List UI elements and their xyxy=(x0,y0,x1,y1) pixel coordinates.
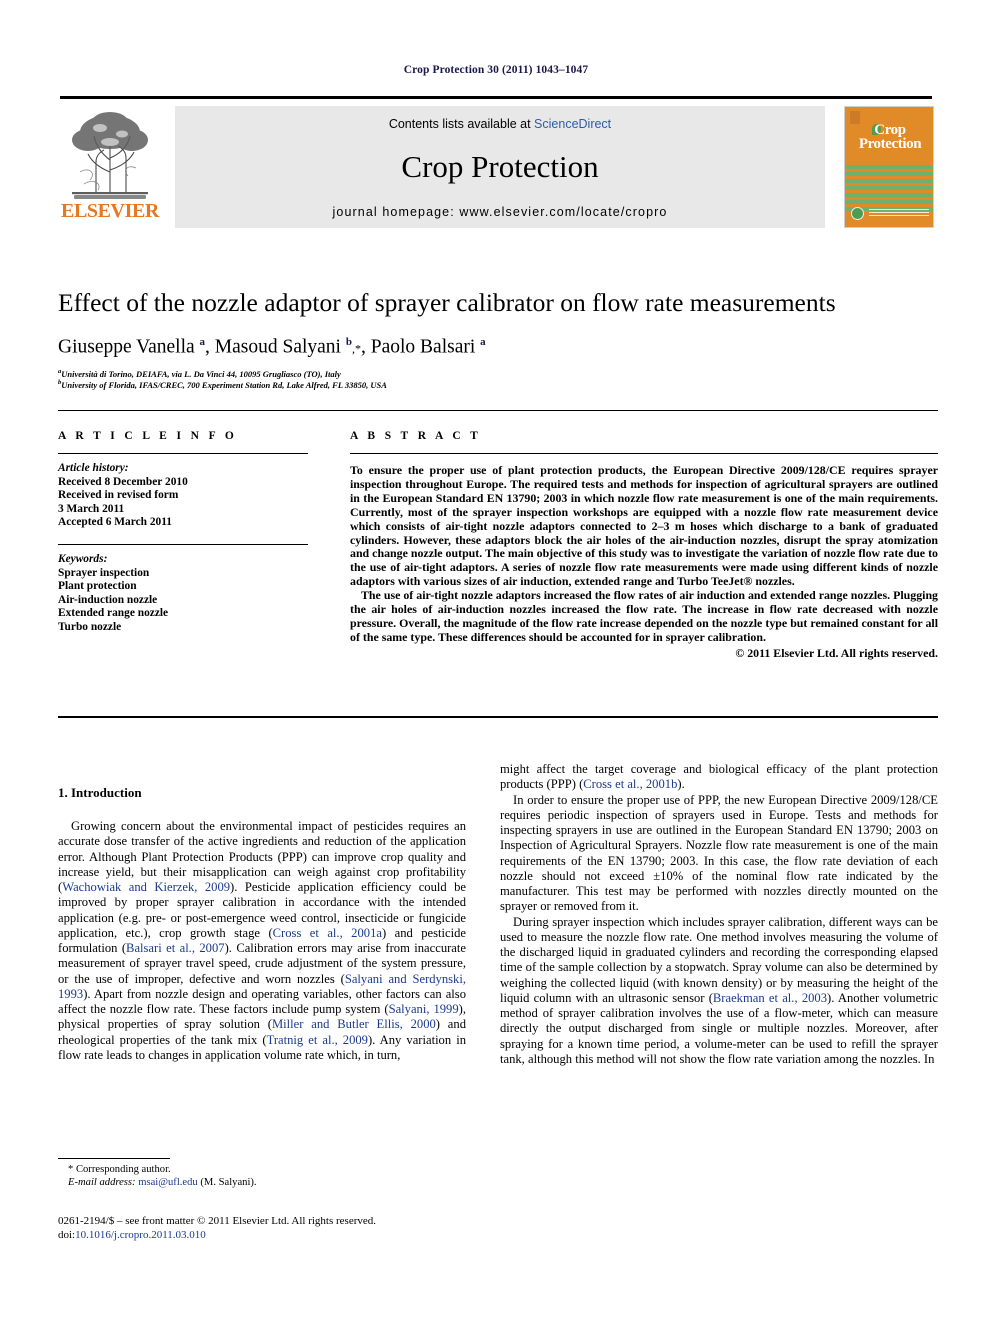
author-list: Giuseppe Vanella a, Masoud Salyani b,*, … xyxy=(58,336,486,358)
cover-fineprint xyxy=(869,209,929,218)
elsevier-logo: ELSEVIER xyxy=(60,106,160,228)
journal-cover-thumbnail: Crop Protection xyxy=(844,106,934,228)
body-paragraph: Growing concern about the environmental … xyxy=(58,819,467,1062)
keyword-item: Air-induction nozzle xyxy=(58,593,158,606)
abstract-body: To ensure the proper use of plant protec… xyxy=(350,463,938,661)
cover-title: Crop Protection xyxy=(845,123,933,152)
abstract-paragraph: To ensure the proper use of plant protec… xyxy=(350,463,938,589)
journal-masthead: ELSEVIER Contents lists available at Sci… xyxy=(60,98,934,230)
abstract-block-bottom-rule xyxy=(58,716,938,718)
keywords-rule xyxy=(58,543,308,545)
issn-line: 0261-2194/$ – see front matter © 2011 El… xyxy=(58,1215,377,1227)
elsevier-wordmark: ELSEVIER xyxy=(61,200,159,222)
keyword-item: Turbo nozzle xyxy=(58,620,122,633)
elsevier-tree-icon xyxy=(66,108,154,200)
cover-stripes-decoration xyxy=(845,165,933,213)
sciencedirect-link[interactable]: ScienceDirect xyxy=(534,117,611,131)
abstract-heading: A B S T R A C T xyxy=(350,430,482,442)
abstract-column: A B S T R A C T To ensure the proper use… xyxy=(350,430,938,661)
email-owner: (M. Salyani). xyxy=(200,1177,257,1188)
email-label: E-mail address: xyxy=(68,1177,136,1188)
doi-line: doi:10.1016/j.cropro.2011.03.010 xyxy=(58,1229,488,1243)
body-column-right: might affect the target coverage and bio… xyxy=(500,762,938,1067)
email-link[interactable]: msai@ufl.edu xyxy=(138,1177,197,1188)
running-head: Crop Protection 30 (2011) 1043–1047 xyxy=(403,64,589,76)
corresponding-author-footnote: * Corresponding author. E-mail address: … xyxy=(58,1163,478,1189)
article-info-rule xyxy=(58,453,308,454)
body-paragraph: might affect the target coverage and bio… xyxy=(500,762,938,792)
body-paragraph: In order to ensure the proper use of PPP… xyxy=(500,792,938,914)
article-history-label: Article history: xyxy=(58,462,129,474)
history-line: Received in revised form xyxy=(58,489,179,502)
masthead-center-panel: Contents lists available at ScienceDirec… xyxy=(175,106,825,228)
doi-label: doi: xyxy=(58,1228,76,1241)
doi-link[interactable]: 10.1016/j.cropro.2011.03.010 xyxy=(75,1229,206,1241)
article-info-heading: A R T I C L E I N F O xyxy=(58,430,238,442)
colophon: 0261-2194/$ – see front matter © 2011 El… xyxy=(58,1215,488,1242)
article-history: Article history: Received 8 December 201… xyxy=(58,462,308,530)
article-info-column: A R T I C L E I N F O Article history: R… xyxy=(58,430,308,635)
keyword-item: Sprayer inspection xyxy=(58,566,150,579)
contents-available-line: Contents lists available at ScienceDirec… xyxy=(389,117,611,131)
affiliation-b: bUniversity of Florida, IFAS/CREC, 700 E… xyxy=(58,377,938,391)
section-heading-introduction: 1. Introduction xyxy=(58,785,142,800)
contents-prefix: Contents lists available at xyxy=(388,117,535,131)
affiliation-b-text: University of Florida, IFAS/CREC, 700 Ex… xyxy=(61,379,387,390)
history-line: Accepted 6 March 2011 xyxy=(58,516,172,529)
corresponding-author-note: * Corresponding author. xyxy=(68,1164,171,1175)
keywords-list: Keywords: Sprayer inspection Plant prote… xyxy=(58,553,308,635)
abstract-copyright: © 2011 Elsevier Ltd. All rights reserved… xyxy=(735,645,938,660)
body-paragraph: During sprayer inspection which includes… xyxy=(500,914,938,1066)
globe-icon xyxy=(851,207,864,220)
history-line: Received 8 December 2010 xyxy=(58,475,188,488)
history-line: 3 March 2011 xyxy=(58,502,125,515)
abstract-rule xyxy=(350,453,938,454)
cover-footer-band xyxy=(851,207,929,221)
keywords-label: Keywords: xyxy=(58,552,108,565)
journal-article-page: Crop Protection 30 (2011) 1043–1047 ELSE… xyxy=(0,0,992,1323)
abstract-paragraph: The use of air-tight nozzle adaptors inc… xyxy=(350,588,938,644)
cover-title-line2: Protection xyxy=(858,136,922,152)
keyword-item: Plant protection xyxy=(58,580,137,593)
journal-title: Crop Protection xyxy=(401,149,599,184)
page-title: Effect of the nozzle adaptor of sprayer … xyxy=(58,288,836,317)
abstract-block-top-rule xyxy=(58,410,938,411)
email-line: E-mail address: msai@ufl.edu (M. Salyani… xyxy=(58,1176,478,1189)
body-column-left: 1. Introduction Growing concern about th… xyxy=(58,785,466,1063)
journal-homepage-line[interactable]: journal homepage: www.elsevier.com/locat… xyxy=(333,205,668,219)
footnote-rule xyxy=(58,1158,170,1159)
keyword-item: Extended range nozzle xyxy=(58,607,169,620)
